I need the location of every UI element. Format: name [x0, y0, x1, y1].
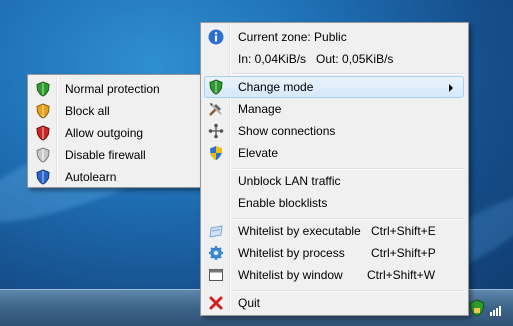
quit-item[interactable]: Quit [204, 292, 464, 314]
elevate-label: Elevate [238, 146, 279, 160]
mode-submenu: Normal protection Block all Allow outgoi… [27, 74, 202, 188]
whitelist-process-item[interactable]: Whitelist by process Ctrl+Shift+P [204, 242, 464, 264]
mode-item-block-all[interactable]: Block all [31, 100, 197, 122]
shield-green-icon [36, 81, 50, 97]
show-connections-label: Show connections [238, 124, 336, 138]
current-zone-text: Current zone: Public [238, 30, 347, 44]
manage-item[interactable]: Manage [204, 98, 464, 120]
mode-item-label: Block all [65, 104, 110, 118]
tools-icon [209, 103, 222, 116]
whitelist-window-shortcut: Ctrl+Shift+W [367, 268, 436, 282]
mode-item-label: Normal protection [65, 82, 160, 96]
tray-context-menu: Current zone: Public In: 0,04KiB/s Out: … [200, 22, 469, 316]
whitelist-executable-label: Whitelist by executable [238, 224, 361, 238]
whitelist-executable-shortcut: Ctrl+Shift+E [371, 224, 436, 238]
enable-blocklists-label: Enable blocklists [238, 196, 328, 210]
shield-green-icon [209, 79, 223, 95]
submenu-arrow-icon [449, 84, 453, 92]
signal-tray-icon[interactable] [490, 304, 504, 316]
whitelist-window-label: Whitelist by window [238, 268, 343, 282]
show-connections-item[interactable]: Show connections [204, 120, 464, 142]
quit-label: Quit [238, 296, 261, 310]
info-icon [208, 29, 224, 45]
firewall-tray-icon[interactable] [468, 299, 486, 317]
whitelist-process-shortcut: Ctrl+Shift+P [371, 246, 436, 260]
whitelist-executable-item[interactable]: Whitelist by executable Ctrl+Shift+E [204, 220, 464, 242]
shield-red-icon [36, 125, 50, 141]
mode-item-label: Allow outgoing [65, 126, 144, 140]
change-mode-item[interactable]: Change mode [204, 76, 464, 98]
window-icon [209, 269, 223, 281]
elevate-item[interactable]: Elevate [204, 142, 464, 164]
mode-item-normal-protection[interactable]: Normal protection [31, 78, 197, 100]
manage-label: Manage [238, 102, 282, 116]
mode-item-autolearn[interactable]: Autolearn [31, 166, 197, 188]
whitelist-window-item[interactable]: Whitelist by window Ctrl+Shift+W [204, 264, 464, 286]
current-zone-item: Current zone: Public [204, 26, 464, 48]
unblock-lan-label: Unblock LAN traffic [238, 174, 341, 188]
menu-separator [233, 73, 465, 75]
network-icon [208, 123, 224, 139]
shield-orange-icon [36, 103, 50, 119]
mode-item-label: Autolearn [65, 170, 117, 184]
traffic-item: In: 0,04KiB/s Out: 0,05KiB/s [204, 48, 464, 70]
close-icon [209, 296, 223, 310]
unblock-lan-item[interactable]: Unblock LAN traffic [204, 170, 464, 192]
executable-icon [209, 225, 223, 238]
change-mode-label: Change mode [238, 80, 314, 94]
uac-shield-icon [210, 146, 222, 160]
mode-item-label: Disable firewall [65, 148, 146, 162]
gear-icon [209, 246, 223, 260]
enable-blocklists-item[interactable]: Enable blocklists [204, 192, 464, 214]
shield-gray-icon [36, 147, 50, 163]
whitelist-process-label: Whitelist by process [238, 246, 345, 260]
traffic-text: In: 0,04KiB/s Out: 0,05KiB/s [238, 52, 394, 66]
mode-item-allow-outgoing[interactable]: Allow outgoing [31, 122, 197, 144]
shield-blue-icon [36, 169, 50, 185]
mode-item-disable-firewall[interactable]: Disable firewall [31, 144, 197, 166]
